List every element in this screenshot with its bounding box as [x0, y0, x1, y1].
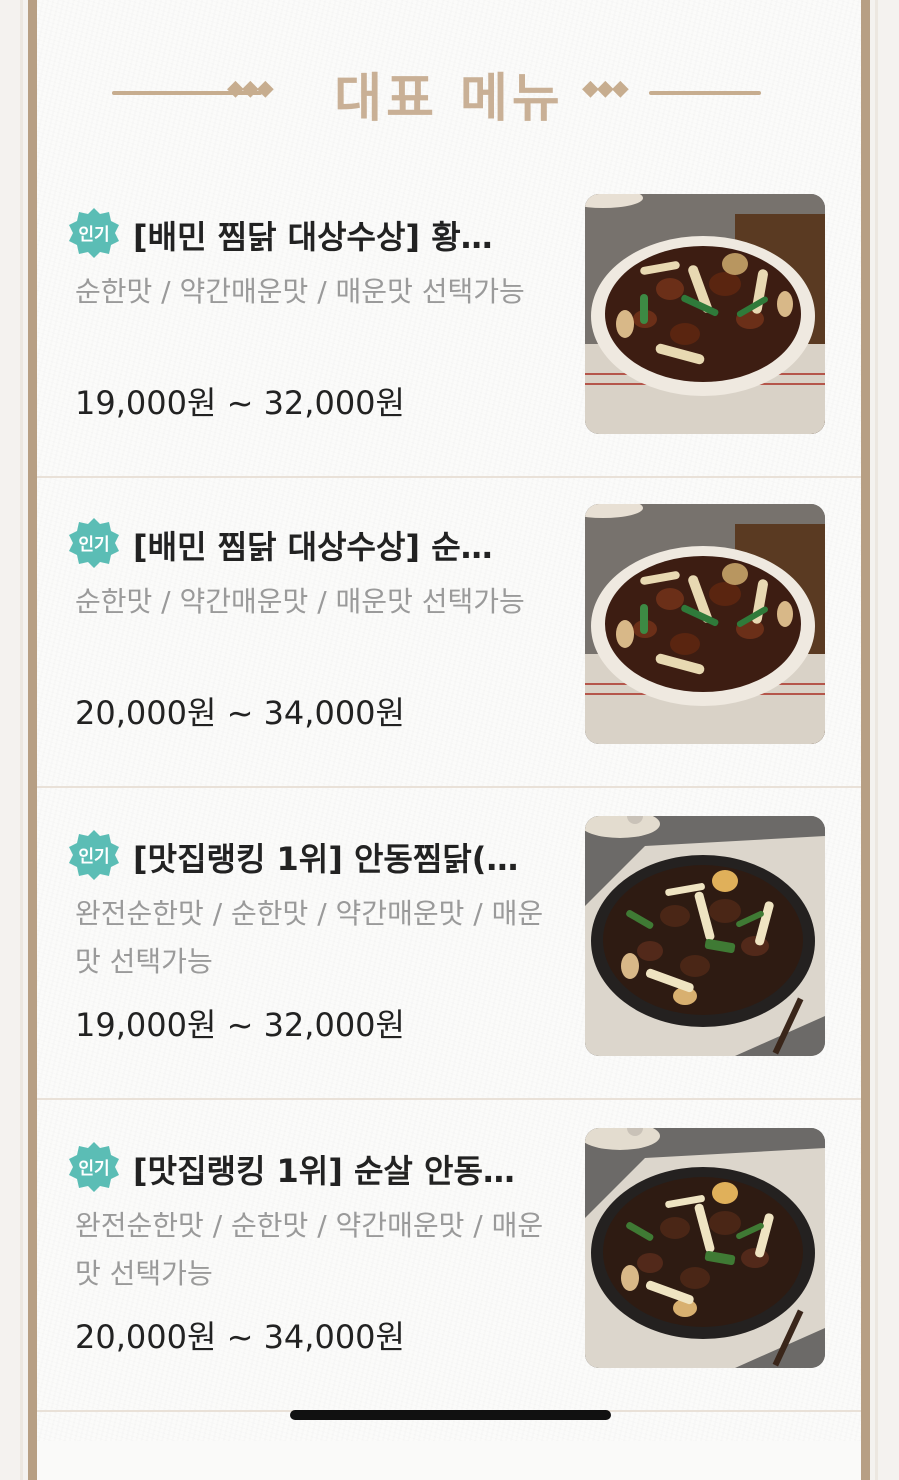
andong-jjimdak-dish-image[interactable] [585, 1128, 825, 1368]
menu-item[interactable]: 인기 [맛집랭킹 1위] 순살 안동… 완전순한맛 / 순한맛 / 약간매운맛 … [37, 1102, 861, 1412]
popular-badge: 인기 [67, 516, 121, 570]
menu-item[interactable]: 인기 [맛집랭킹 1위] 안동찜닭(… 완전순한맛 / 순한맛 / 약간매운맛 … [37, 790, 861, 1100]
home-indicator[interactable] [290, 1410, 611, 1420]
badge-label: 인기 [78, 1159, 110, 1179]
jjimdak-dish-image[interactable] [585, 194, 825, 434]
menu-item-price: 20,000원 ~ 34,000원 [75, 694, 405, 732]
menu-item-description: 순한맛 / 약간매운맛 / 매운맛 선택가능 [75, 275, 525, 308]
menu-item-name: [배민 찜닭 대상수상] 황… [133, 218, 493, 256]
menu-item-price: 19,000원 ~ 32,000원 [75, 1006, 405, 1044]
header-line-right [649, 91, 761, 95]
menu-item-price: 19,000원 ~ 32,000원 [75, 384, 405, 422]
menu-board: ◆◆◆ 대표 메뉴 ◆◆◆ 인기 [배민 찜닭 대상수상] 황… 순한맛 / 약… [37, 0, 861, 1441]
menu-item[interactable]: 인기 [배민 찜닭 대상수상] 황… 순한맛 / 약간매운맛 / 매운맛 선택가… [37, 168, 861, 478]
ornament-right-icon: ◆◆◆ [582, 76, 629, 101]
menu-item-name: [배민 찜닭 대상수상] 순… [133, 528, 493, 566]
badge-label: 인기 [78, 847, 110, 867]
andong-jjimdak-dish-image[interactable] [585, 816, 825, 1056]
section-header: ◆◆◆ 대표 메뉴 ◆◆◆ [37, 52, 861, 132]
menu-item[interactable]: 인기 [배민 찜닭 대상수상] 순… 순한맛 / 약간매운맛 / 매운맛 선택가… [37, 478, 861, 788]
menu-item-description: 완전순한맛 / 순한맛 / 약간매운맛 / 매운맛 선택가능 [75, 1209, 544, 1290]
popular-badge: 인기 [67, 206, 121, 260]
menu-item-price: 20,000원 ~ 34,000원 [75, 1318, 405, 1356]
badge-label: 인기 [78, 225, 110, 245]
popular-badge: 인기 [67, 1140, 121, 1194]
jjimdak-dish-image[interactable] [585, 504, 825, 744]
popular-badge: 인기 [67, 828, 121, 882]
badge-label: 인기 [78, 535, 110, 555]
menu-item-name: [맛집랭킹 1위] 순살 안동… [133, 1152, 515, 1190]
menu-item-name: [맛집랭킹 1위] 안동찜닭(… [133, 840, 519, 878]
menu-item-description: 순한맛 / 약간매운맛 / 매운맛 선택가능 [75, 585, 525, 618]
menu-item-description: 완전순한맛 / 순한맛 / 약간매운맛 / 매운맛 선택가능 [75, 897, 544, 978]
